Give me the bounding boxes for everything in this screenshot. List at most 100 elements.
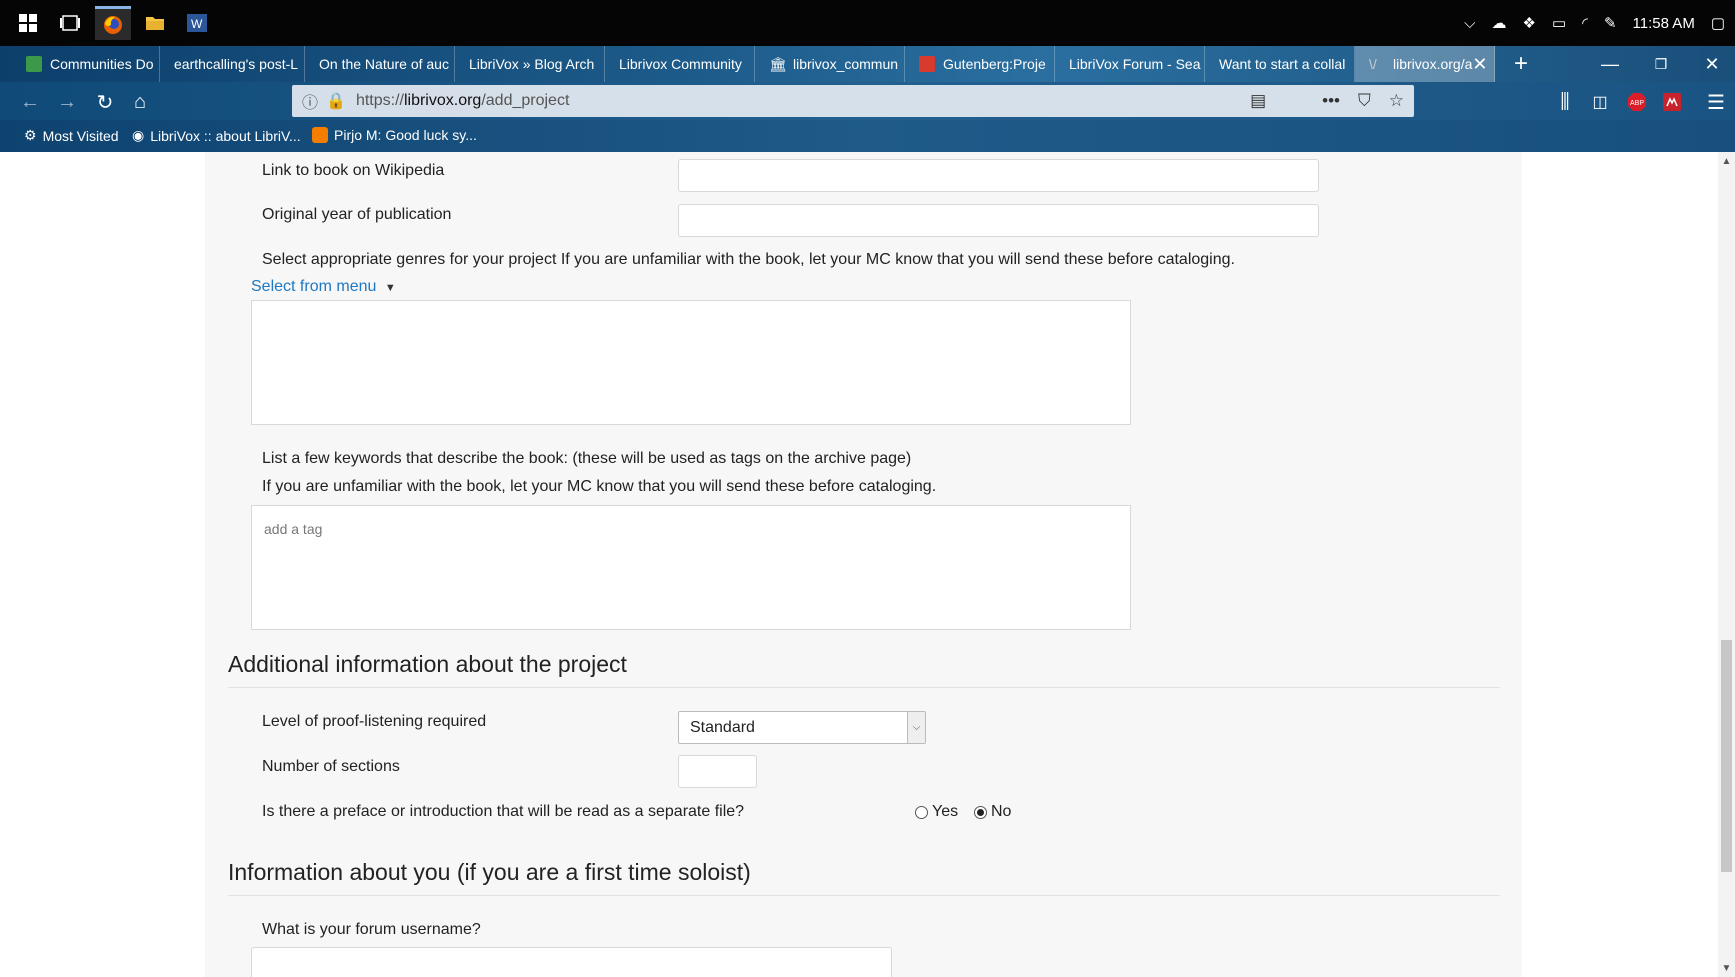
bookmark-label: Most Visited [42,127,119,144]
adblock-icon[interactable]: ABP [1625,90,1649,114]
radio-button-no[interactable] [974,805,987,819]
notification-icon[interactable]: ▢ [1711,14,1725,32]
page-viewport: Link to book on Wikipedia Original year … [8,152,1718,977]
scrollbar-thumb[interactable] [1721,640,1732,872]
extension-icon[interactable] [1660,90,1684,114]
tab-communities[interactable]: Communities Do [12,46,160,82]
home-icon[interactable]: ⌂ [128,90,152,114]
tab-librivox-commun[interactable]: 🏛 librivox_commun [755,46,905,82]
dropbox-icon[interactable]: ❖ [1523,14,1536,32]
task-view-icon [60,15,80,31]
new-tab-button[interactable]: + [1498,46,1544,82]
tab-earthcalling[interactable]: earthcalling's post-L [160,46,305,82]
start-button[interactable] [10,6,46,40]
restore-button[interactable]: ❐ [1638,46,1684,82]
tab-label: librivox_commun [793,56,899,72]
browser-window: W ⌵ ☁ ❖ ▭ ◜ ✎ 11:58 AM ▢ Communities Do … [0,0,1735,977]
close-tab-icon[interactable]: ✕ [1472,54,1487,75]
page-scrollbar[interactable]: ▲ ▼ [1718,152,1735,977]
folder-icon [146,17,164,30]
close-window-button[interactable]: ✕ [1689,46,1735,82]
library-icon[interactable]: ⫼ [1553,90,1577,114]
bookmark-most-visited[interactable]: ⚙ Most Visited [24,127,119,144]
select-genres-menu-link[interactable]: Select from menu ▼ [251,278,396,296]
gutenberg-favicon-icon [919,56,935,72]
task-view-button[interactable] [52,6,88,40]
publication-year-input[interactable] [678,204,1319,237]
url-bar[interactable]: ⓘ 🔒 https://librivox.org/add_project ▤ •… [292,85,1414,117]
word-icon: W [187,14,207,32]
tab-label: earthcalling's post-L [174,56,299,72]
url-host: librivox.org [403,92,482,109]
preface-question: Is there a preface or introduction that … [262,803,745,820]
tab-librivox-community[interactable]: Librivox Community [605,46,755,82]
number-of-sections-input[interactable] [678,755,757,788]
about-you-title: Information about you (if you are a firs… [228,859,751,885]
yes-label: Yes [932,803,959,820]
back-arrow-icon[interactable]: ← [18,90,42,114]
system-tray: ⌵ ☁ ❖ ▭ ◜ ✎ 11:58 AM ▢ [1464,0,1725,46]
firefox-icon [104,15,122,34]
section-divider [228,687,1500,688]
onedrive-icon[interactable]: ☁ [1492,14,1507,32]
tags-input[interactable]: add a tag [251,505,1131,630]
taskbar-firefox[interactable] [95,6,131,40]
no-label: No [991,803,1012,820]
wikipedia-label: Link to book on Wikipedia [262,162,445,179]
sections-label: Number of sections [262,758,400,775]
taskbar-word[interactable]: W [179,6,215,40]
proof-listening-label: Level of proof-listening required [262,713,487,730]
pocket-icon[interactable]: ⛉ [1358,91,1371,111]
scroll-up-icon[interactable]: ▲ [1718,154,1735,168]
keywords-label: List a few keywords that describe the bo… [262,450,912,467]
tab-want-to-start[interactable]: Want to start a collal [1205,46,1355,82]
genres-textarea[interactable] [251,300,1131,425]
url-actions: ▤ ••• ⛉ ☆ [1250,85,1404,117]
caret-down-icon: ▼ [384,282,396,294]
reload-icon[interactable]: ↻ [93,90,117,114]
genres-label: Select appropriate genres for your proje… [262,251,1235,268]
tab-label: LibriVox » Blog Arch [469,56,595,72]
reader-view-icon[interactable]: ▤ [1250,91,1266,111]
page-actions-icon[interactable]: ••• [1322,91,1340,111]
clock[interactable]: 11:58 AM [1633,15,1695,32]
pen-icon[interactable]: ✎ [1604,14,1617,32]
librivox-favicon-icon: \/ [1369,56,1377,72]
tab-blog-archive[interactable]: LibriVox » Blog Arch [455,46,605,82]
forward-arrow-icon[interactable]: → [55,90,79,114]
tab-librivox-add-project[interactable]: \/ librivox.org/a ✕ [1355,46,1495,82]
bookmark-librivox-about[interactable]: ◉ LibriVox :: about LibriV... [132,127,301,144]
tab-label: Communities Do [50,56,154,72]
wikipedia-link-input[interactable] [678,159,1319,192]
additional-info-title: Additional information about the project [228,651,627,677]
taskbar-file-explorer[interactable] [137,6,173,40]
wifi-icon[interactable]: ◜ [1582,14,1588,32]
info-icon[interactable]: ⓘ [302,89,318,113]
communities-favicon-icon [26,56,42,72]
lock-icon[interactable]: 🔒 [326,91,346,111]
forum-username-input[interactable] [251,947,892,977]
chevron-up-icon[interactable]: ⌵ [1464,15,1475,32]
windows-taskbar: W ⌵ ☁ ❖ ▭ ◜ ✎ 11:58 AM ▢ [0,0,1735,46]
sidebar-icon[interactable]: ◫ [1588,90,1612,114]
radio-button-yes[interactable] [915,805,928,819]
menu-icon[interactable]: ☰ [1704,90,1728,114]
preface-yes-radio[interactable]: Yes [915,803,958,821]
bookmark-star-icon[interactable]: ☆ [1389,91,1404,111]
battery-icon[interactable]: ▭ [1552,14,1566,32]
tab-gutenberg[interactable]: Gutenberg:Proje [905,46,1055,82]
tab-label: librivox.org/a [1393,56,1473,72]
year-label: Original year of publication [262,206,452,223]
chevron-down-icon[interactable]: ⌵ [907,712,925,743]
tab-forum-search[interactable]: LibriVox Forum - Sea [1055,46,1205,82]
minimize-button[interactable]: — [1587,46,1633,82]
tab-label: Want to start a collal [1219,56,1346,72]
proof-listening-select[interactable]: Standard ⌵ [678,711,926,744]
bookmark-pirjo[interactable]: Pirjo M: Good luck sy... [312,127,477,143]
tab-nature[interactable]: On the Nature of auc [305,46,455,82]
scroll-down-icon[interactable]: ▼ [1718,961,1735,975]
tab-label: On the Nature of auc [319,56,449,72]
preface-no-radio[interactable]: No [974,803,1011,821]
svg-text:W: W [191,17,203,31]
section-divider [228,895,1500,896]
